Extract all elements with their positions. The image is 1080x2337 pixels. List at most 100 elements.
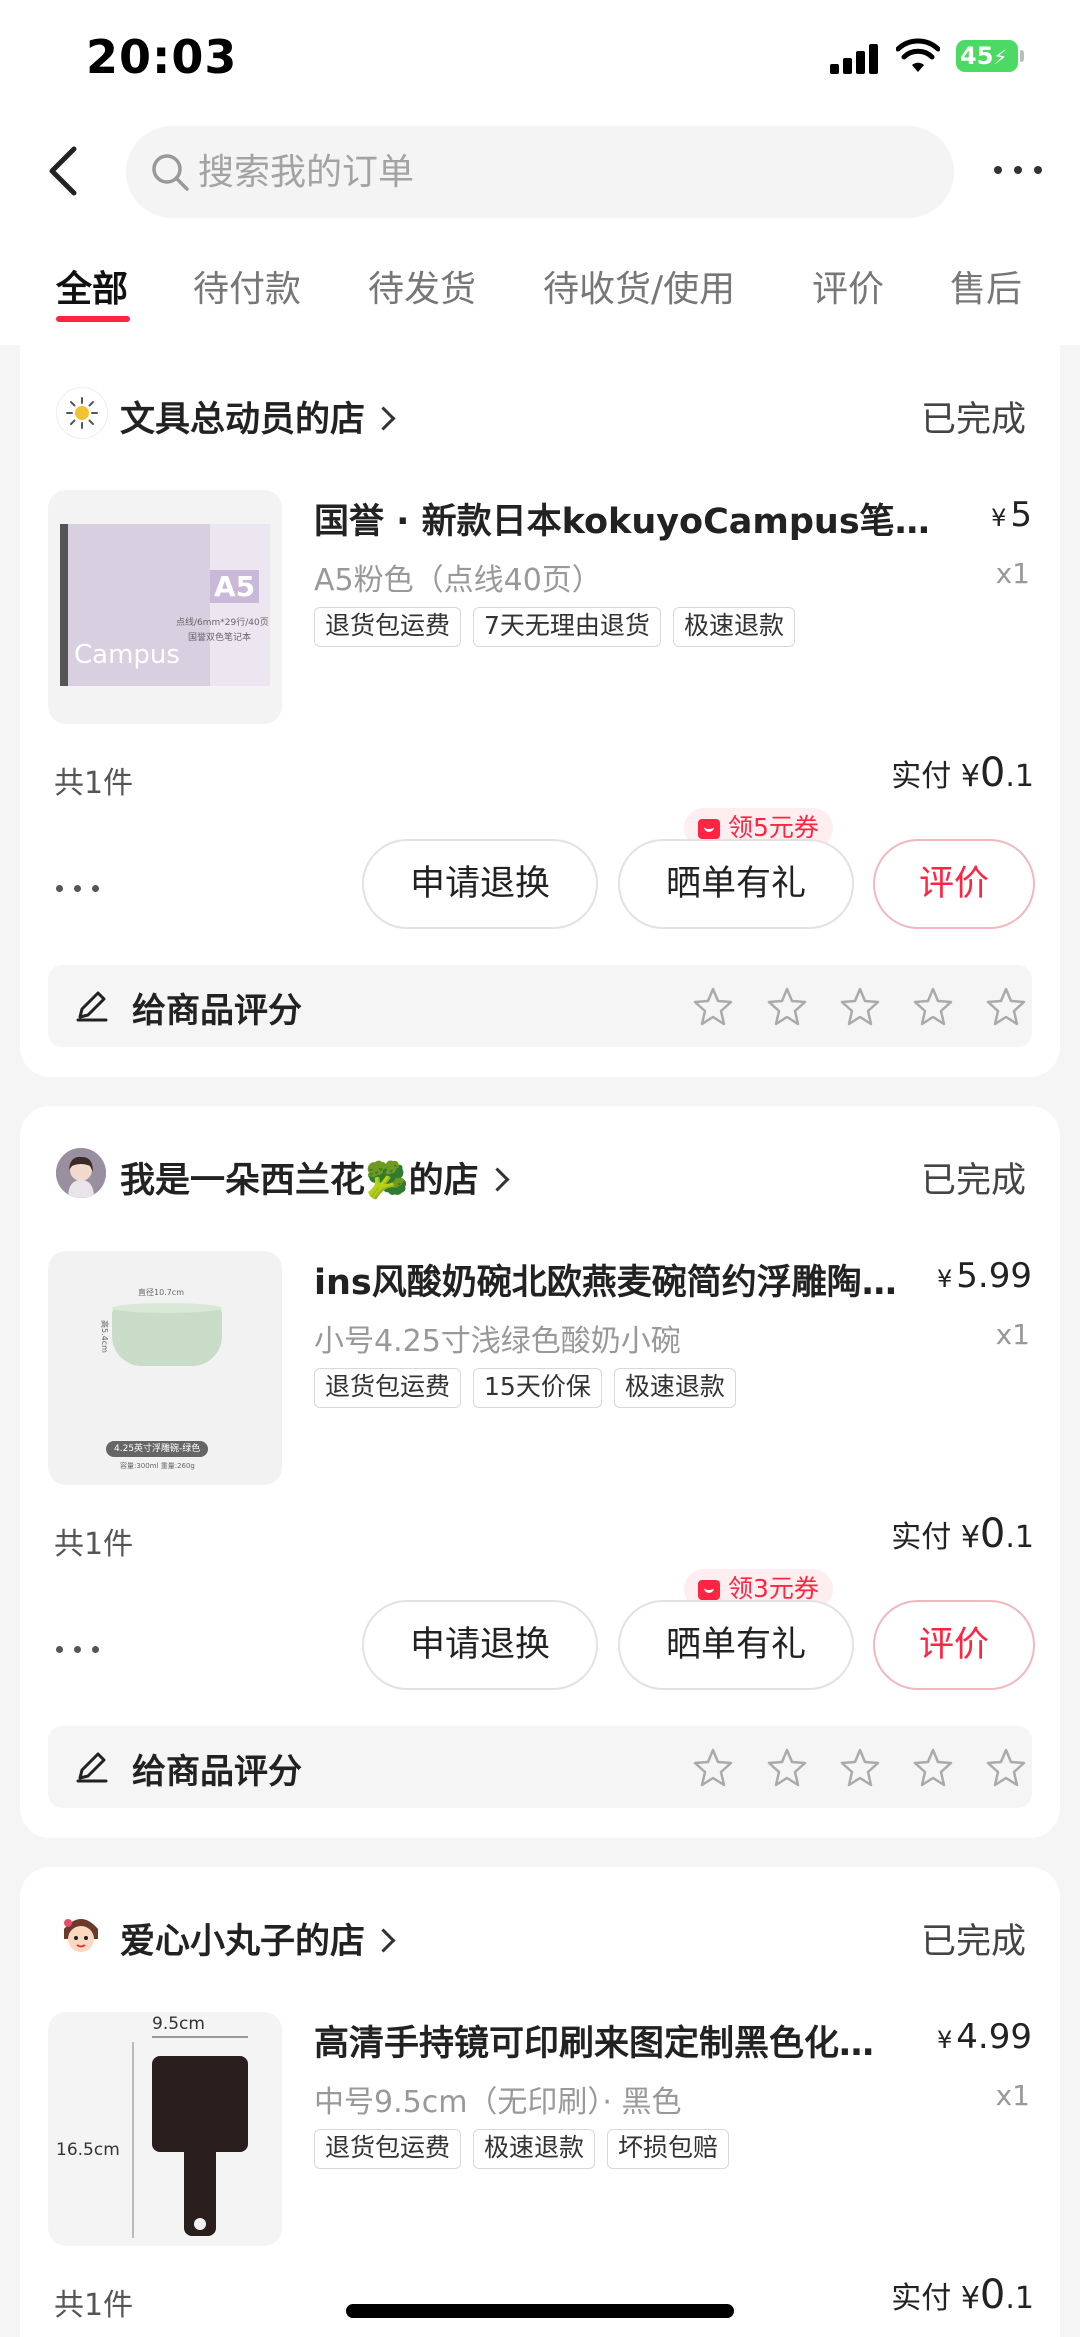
battery-icon: 45⚡ xyxy=(956,40,1018,72)
shop-name-text: 爱心小丸子的店 xyxy=(120,1922,366,1962)
wifi-icon xyxy=(896,38,940,72)
battery-cap xyxy=(1020,50,1024,62)
product-spec: 中号9.5cm（无印刷）· 黑色 xyxy=(314,2085,682,2120)
service-tag: 极速退款 xyxy=(473,2129,596,2169)
share-review-gift-button[interactable]: 晒单有礼 xyxy=(618,1600,854,1690)
battery-level: 45 xyxy=(960,42,994,70)
product-image[interactable]: 直径10.7cm 高5.4cm 4.25英寸浮雕碗-绿色 容量:300ml 重量… xyxy=(48,1251,282,1485)
order-status: 已完成 xyxy=(920,1161,1026,1201)
height-line xyxy=(132,2042,134,2238)
shop-avatar[interactable] xyxy=(56,1909,106,1959)
star-icon[interactable] xyxy=(766,1746,808,1788)
rate-label: 给商品评分 xyxy=(132,1752,302,1792)
more-actions-icon[interactable] xyxy=(56,1646,106,1656)
shop-name[interactable]: 文具总动员的店 xyxy=(120,391,396,442)
star-icon[interactable] xyxy=(766,985,808,1027)
mirror-head xyxy=(152,2056,248,2152)
shop-avatar[interactable] xyxy=(56,1148,106,1198)
star-icon[interactable] xyxy=(692,1746,734,1788)
paid-label: 实付 xyxy=(891,1520,952,1555)
coupon-text: 领3元券 xyxy=(728,1574,819,1603)
active-tab-indicator xyxy=(56,316,130,322)
service-tag: 退货包运费 xyxy=(314,607,462,647)
star-icon[interactable] xyxy=(839,985,881,1027)
product-title[interactable]: ins风酸奶碗北欧燕麦碗简约浮雕陶瓷碗 xyxy=(314,1254,898,1305)
product-title[interactable]: 国誉 · 新款日本kokuyoCampus笔记本 xyxy=(314,493,944,544)
star-icon[interactable] xyxy=(985,1746,1027,1788)
notebook-desc: 国誉双色笔记本 xyxy=(188,633,252,643)
tab-pending-shipment[interactable]: 待发货 xyxy=(368,260,476,312)
bowl-height: 高5.4cm xyxy=(99,1320,109,1353)
more-actions-icon[interactable] xyxy=(56,885,106,895)
rate-product-bar[interactable]: 给商品评分 xyxy=(48,965,1032,1047)
service-tag: 15天价保 xyxy=(473,1368,602,1408)
shop-avatar[interactable] xyxy=(56,387,108,439)
return-exchange-button[interactable]: 申请退换 xyxy=(362,839,598,929)
star-icon[interactable] xyxy=(692,985,734,1027)
coupon-icon xyxy=(698,1580,720,1600)
star-icon[interactable] xyxy=(912,985,954,1027)
paid-int: 0 xyxy=(979,1511,1006,1557)
service-tag: 退货包运费 xyxy=(314,2129,462,2169)
pen-icon xyxy=(76,991,108,1022)
service-tag: 极速退款 xyxy=(613,1368,736,1408)
mirror-hole xyxy=(194,2218,206,2230)
product-price: ¥4.99 xyxy=(937,2017,1032,2057)
search-input[interactable] xyxy=(198,126,898,218)
more-icon[interactable] xyxy=(990,160,1046,180)
item-count: 共1件 xyxy=(54,766,134,801)
width-line xyxy=(152,2036,248,2038)
product-title[interactable]: 高清手持镜可印刷来图定制黑色化妆镜 xyxy=(314,2015,898,2066)
star-icon[interactable] xyxy=(839,1746,881,1788)
home-indicator xyxy=(346,2304,734,2318)
search-icon xyxy=(152,154,189,191)
shop-name[interactable]: 爱心小丸子的店 xyxy=(120,1913,396,1964)
tab-after-sales[interactable]: 售后 xyxy=(950,260,1022,312)
tab-all[interactable]: 全部 xyxy=(56,260,128,312)
product-image[interactable]: 9.5cm 16.5cm xyxy=(48,2012,282,2246)
bowl-label: 4.25英寸浮雕碗-绿色 xyxy=(106,1441,209,1457)
back-icon[interactable] xyxy=(44,145,84,197)
status-bar: 20:03 45⚡ xyxy=(0,0,1080,110)
review-button[interactable]: 评价 xyxy=(873,839,1035,929)
chevron-right-icon xyxy=(371,1928,396,1953)
paid-label: 实付 xyxy=(891,2281,952,2316)
service-tags: 退货包运费 15天价保 极速退款 xyxy=(314,1368,736,1408)
price-value: 5 xyxy=(1010,495,1032,535)
price-value: 5.99 xyxy=(956,1256,1032,1296)
chevron-right-icon xyxy=(371,406,396,431)
tab-pending-payment[interactable]: 待付款 xyxy=(193,260,301,312)
product-qty: x1 xyxy=(995,1318,1030,1351)
order-status: 已完成 xyxy=(920,1922,1026,1962)
rate-product-bar[interactable]: 给商品评分 xyxy=(48,1726,1032,1808)
share-review-gift-button[interactable]: 晒单有礼 xyxy=(618,839,854,929)
header: 20:03 45⚡ 全部 待付款 待发货 待收货/使用 评价 售后 xyxy=(0,0,1080,345)
signal-icon xyxy=(830,44,880,74)
product-qty: x1 xyxy=(995,2079,1030,2112)
shop-name[interactable]: 我是一朵西兰花🥦的店 xyxy=(120,1152,510,1203)
return-exchange-button[interactable]: 申请退换 xyxy=(362,1600,598,1690)
notebook-size: A5 xyxy=(210,570,260,603)
notebook-brand: Campus xyxy=(74,640,180,670)
star-icon[interactable] xyxy=(912,1746,954,1788)
product-price: ¥5 xyxy=(991,495,1032,535)
order-status: 已完成 xyxy=(920,400,1026,440)
product-image[interactable]: A5 Campus 点线/6mm*29行/40页 国誉双色笔记本 xyxy=(48,490,282,724)
paid-dec: .1 xyxy=(1005,2281,1034,2316)
order-card: 爱心小丸子的店 已完成 9.5cm 16.5cm 高清手持镜可印刷来图定制黑色化… xyxy=(20,1867,1060,2337)
shop-name-text: 文具总动员的店 xyxy=(120,400,366,440)
tab-pending-receipt[interactable]: 待收货/使用 xyxy=(543,260,735,312)
service-tags: 退货包运费 7天无理由退货 极速退款 xyxy=(314,607,795,647)
star-icon[interactable] xyxy=(985,985,1027,1027)
bowl-rim xyxy=(112,1303,222,1313)
rate-label: 给商品评分 xyxy=(132,991,302,1031)
bowl-diameter: 直径10.7cm xyxy=(138,1288,185,1297)
product-spec: A5粉色（点线40页） xyxy=(314,563,602,598)
review-button[interactable]: 评价 xyxy=(873,1600,1035,1690)
service-tag: 坏损包赔 xyxy=(607,2129,730,2169)
tab-review[interactable]: 评价 xyxy=(812,260,884,312)
search-bar[interactable] xyxy=(126,126,954,218)
notebook-spine xyxy=(60,524,68,686)
product-qty: x1 xyxy=(995,557,1030,590)
paid-int: 0 xyxy=(979,2272,1006,2318)
